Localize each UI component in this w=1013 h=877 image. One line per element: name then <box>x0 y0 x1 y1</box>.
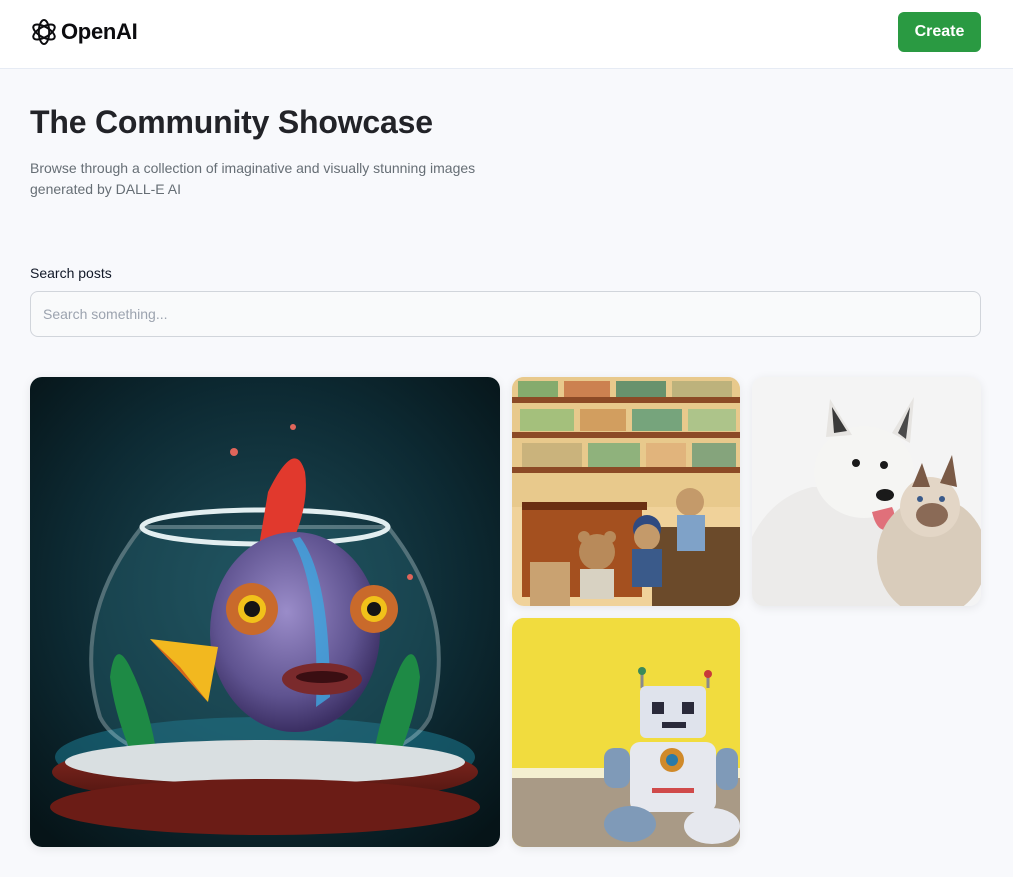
robot-plush-image <box>512 618 740 847</box>
search-input[interactable] <box>30 291 981 337</box>
gallery-card-dog-and-cat[interactable] <box>752 377 981 606</box>
openai-knot-icon <box>32 19 56 45</box>
dog-and-cat-image <box>752 377 981 606</box>
search-label: Search posts <box>30 265 112 281</box>
openai-logo[interactable]: OpenAI <box>30 18 138 46</box>
gallery-card-fishbowl[interactable] <box>30 377 500 847</box>
fishbowl-image <box>30 377 500 847</box>
gallery-card-teddy-bears[interactable] <box>512 377 740 606</box>
page-title: The Community Showcase <box>30 104 433 140</box>
create-button[interactable]: Create <box>898 12 981 52</box>
teddy-bears-image <box>512 377 740 606</box>
gallery-card-robot[interactable] <box>512 618 740 847</box>
top-nav: OpenAI Create <box>0 0 1013 69</box>
brand-name: OpenAI <box>61 19 138 44</box>
page-subtitle: Browse through a collection of imaginati… <box>30 160 476 197</box>
